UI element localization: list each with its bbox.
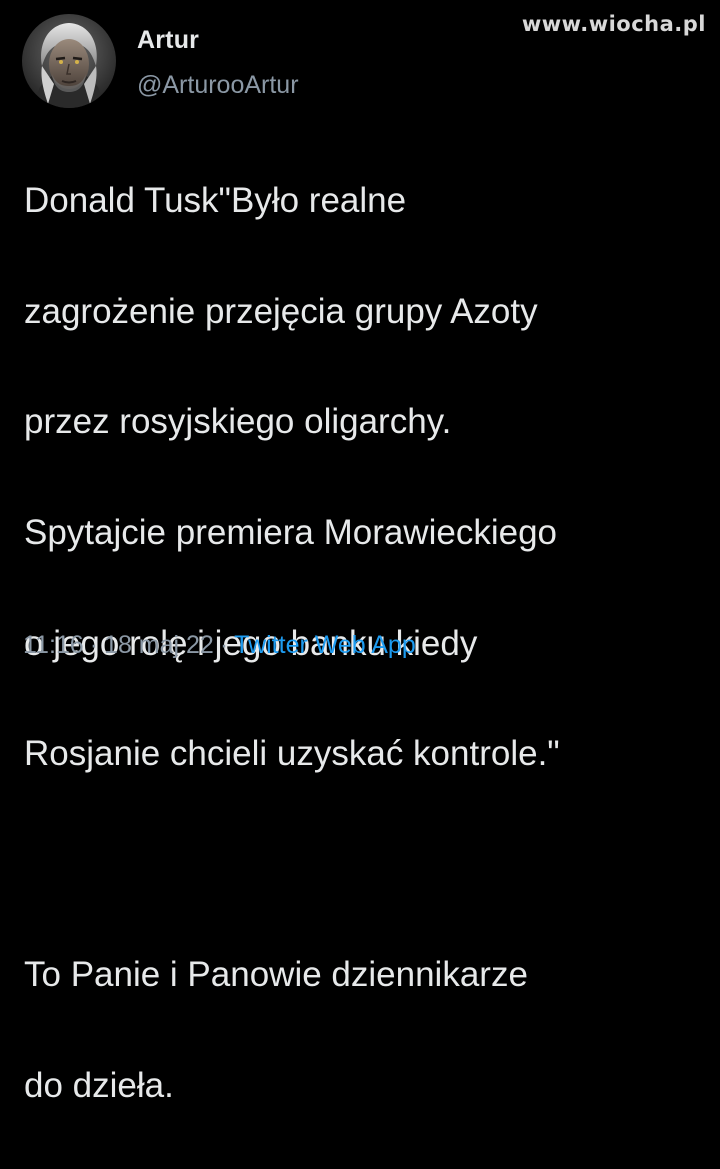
- tweet-text-line: przez rosyjskiego oligarchy.: [24, 402, 452, 442]
- tweet-source-link[interactable]: Twitter Web App: [234, 631, 416, 659]
- tweet-text-blank-line: [24, 837, 714, 892]
- tweet-text-line: do dzieła.: [24, 1066, 174, 1106]
- author-handle[interactable]: @ArturooArtur: [137, 71, 299, 100]
- tweet-text-line: To Panie i Panowie dziennikarze: [24, 955, 528, 995]
- tweet-text-line: Donald Tusk"Było realne: [24, 181, 407, 221]
- tweet-card: Artur @ArturooArtur www.wiocha.pl Donald…: [0, 0, 720, 1105]
- tweet-text-line: zagrożenie przejęcia grupy Azoty: [24, 291, 538, 331]
- tweet-text-line: Rosjanie chcieli uzyskać kontrole.": [24, 734, 560, 774]
- author-name[interactable]: Artur: [137, 26, 199, 55]
- avatar[interactable]: [22, 14, 116, 108]
- tweet-date[interactable]: 18 maj 22: [104, 631, 214, 659]
- meta-separator: ·: [89, 631, 99, 659]
- watermark: www.wiocha.pl: [521, 12, 706, 36]
- tweet-text-line: Spytajcie premiera Morawieckiego: [24, 513, 557, 553]
- tweet-time[interactable]: 11:16: [23, 631, 84, 659]
- meta-separator: ·: [219, 631, 229, 659]
- avatar-portrait-icon: [22, 14, 116, 108]
- tweet-meta: 11:16 · 18 maj 22 · Twitter Web App: [23, 631, 416, 660]
